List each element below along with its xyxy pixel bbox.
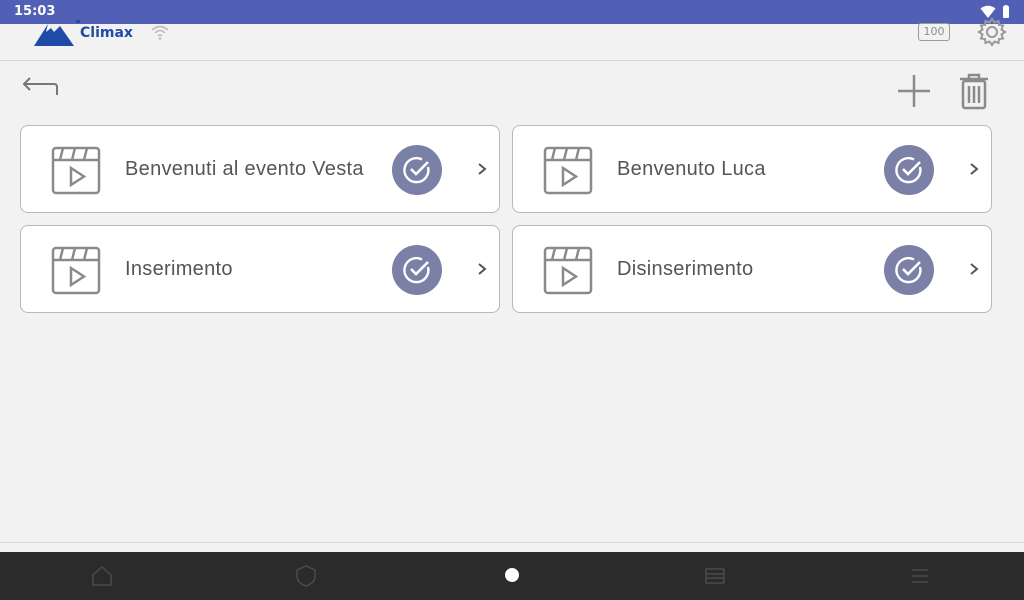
toolbar xyxy=(0,61,1024,121)
logo-text: Climax xyxy=(80,25,133,41)
scene-card[interactable]: Benvenuti al evento Vesta xyxy=(20,125,500,213)
climax-logo: Climax xyxy=(32,16,136,48)
header-actions: 100 xyxy=(918,16,1008,48)
system-home-button[interactable] xyxy=(505,568,519,582)
footer-divider xyxy=(0,542,1024,543)
nav-devices-icon[interactable] xyxy=(703,564,727,588)
check-circle-icon xyxy=(403,156,430,184)
chevron-right-icon xyxy=(478,263,487,275)
video-clapperboard-icon xyxy=(51,146,101,195)
video-clapperboard-icon xyxy=(51,246,101,295)
chevron-right-icon xyxy=(970,263,979,275)
settings-gear-icon[interactable] xyxy=(976,16,1008,48)
scene-card[interactable]: Inserimento xyxy=(20,225,500,313)
nav-menu-icon[interactable] xyxy=(908,564,932,588)
scene-title: Benvenuto Luca xyxy=(617,158,766,180)
nav-shield-icon[interactable] xyxy=(294,564,318,588)
status-bar: 15:03 xyxy=(0,0,1024,24)
check-circle-icon xyxy=(895,256,922,284)
app-header: Climax 100 xyxy=(0,17,1024,61)
nav-home-icon[interactable] xyxy=(90,564,114,588)
check-circle-icon xyxy=(403,256,430,284)
video-clapperboard-icon xyxy=(543,146,593,195)
connection-wifi-icon xyxy=(151,25,169,40)
scene-title: Inserimento xyxy=(125,258,233,280)
battery-level-badge: 100 xyxy=(918,23,950,41)
logo-mountain-icon xyxy=(34,20,132,46)
enabled-check-badge[interactable] xyxy=(392,145,442,195)
scene-card[interactable]: Disinserimento xyxy=(512,225,992,313)
scene-title: Disinserimento xyxy=(617,258,754,280)
scene-card[interactable]: Benvenuto Luca xyxy=(512,125,992,213)
enabled-check-badge[interactable] xyxy=(392,245,442,295)
scene-title: Benvenuti al evento Vesta xyxy=(125,158,364,180)
enabled-check-badge[interactable] xyxy=(884,145,934,195)
enabled-check-badge[interactable] xyxy=(884,245,934,295)
video-clapperboard-icon xyxy=(543,246,593,295)
chevron-right-icon xyxy=(970,163,979,175)
add-plus-icon[interactable] xyxy=(894,71,934,111)
delete-trash-icon[interactable] xyxy=(954,71,994,111)
back-arrow-icon[interactable] xyxy=(20,75,60,105)
chevron-right-icon xyxy=(478,163,487,175)
check-circle-icon xyxy=(895,156,922,184)
